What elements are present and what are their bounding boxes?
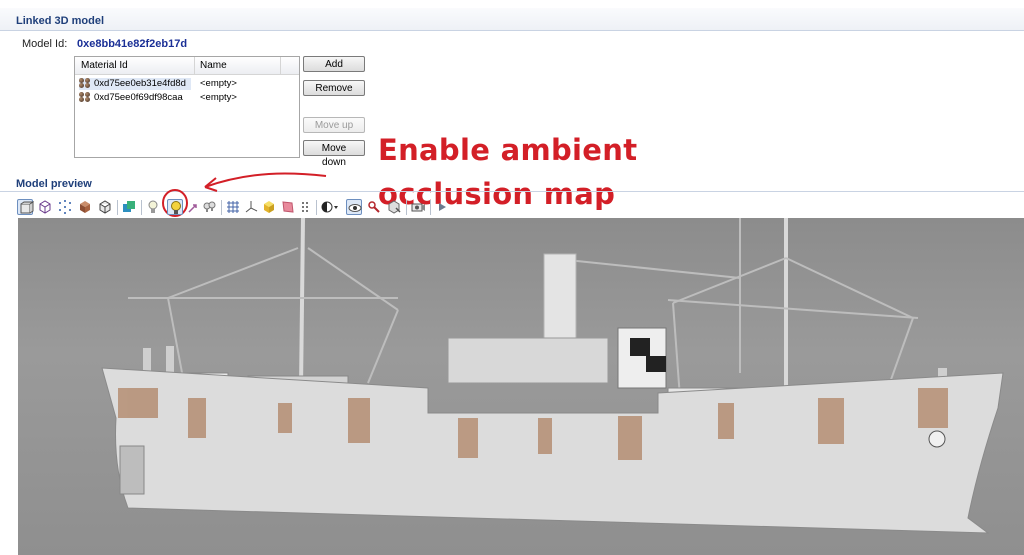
shaded-cube-icon[interactable] — [77, 199, 93, 215]
skeleton-icon[interactable] — [366, 199, 382, 215]
uv-map-icon[interactable] — [121, 199, 137, 215]
background-color-icon[interactable] — [320, 199, 340, 215]
light-bulb-icon[interactable] — [145, 199, 161, 215]
ambient-occlusion-icon[interactable] — [167, 199, 183, 215]
axes-icon[interactable] — [243, 199, 259, 215]
points-view-icon[interactable] — [57, 199, 73, 215]
normal-arrow-icon[interactable] — [185, 199, 201, 215]
play-icon[interactable] — [434, 199, 450, 215]
preview-toolbar — [16, 199, 476, 217]
wireframe-cube-icon[interactable] — [37, 199, 53, 215]
bounding-box-icon[interactable] — [261, 199, 277, 215]
lights-icon[interactable] — [201, 199, 217, 215]
reset-view-icon[interactable] — [386, 199, 402, 215]
model-viewport[interactable] — [18, 218, 1024, 555]
camera-icon[interactable] — [410, 199, 426, 215]
eye-icon[interactable] — [346, 199, 362, 215]
dotted-grid-icon[interactable] — [298, 199, 314, 215]
annotation-arrow-icon — [204, 172, 327, 188]
textured-cube-icon[interactable] — [97, 199, 113, 215]
ship-model — [101, 218, 1004, 534]
solid-view-icon[interactable] — [17, 199, 34, 215]
grid-icon[interactable] — [225, 199, 241, 215]
pink-flag-icon[interactable] — [280, 199, 296, 215]
